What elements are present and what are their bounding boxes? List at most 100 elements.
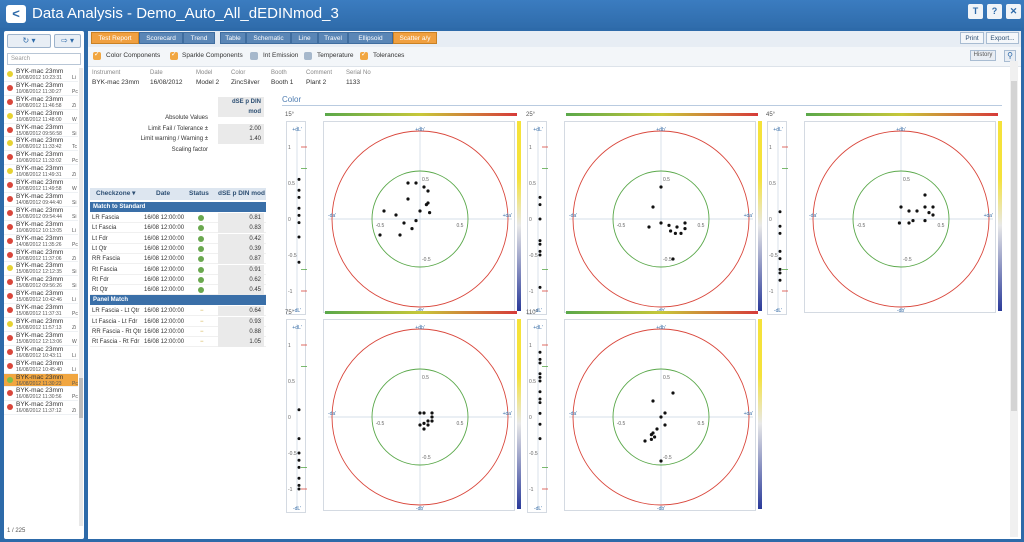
- row-date: 16/08 12:00:00: [144, 225, 185, 232]
- batch-list-scrollbar[interactable]: [79, 68, 83, 526]
- dl-tick-label: -1: [288, 487, 293, 493]
- batch-tag: Zi: [72, 408, 77, 415]
- view-tabs-bar: Test Report Scorecard Trend Table Schematic L…: [88, 31, 1021, 47]
- tab-travel[interactable]: Travel: [318, 32, 348, 44]
- tab-test-report[interactable]: Test Report: [91, 32, 139, 44]
- batch-name: BYK-mac 23mm: [16, 401, 64, 409]
- da-tick-label: -0.5: [617, 421, 626, 427]
- batch-list-item[interactable]: BYK-mac 23mm 15/08/2012 12:12:35 Si: [4, 262, 78, 277]
- batch-list-item[interactable]: BYK-mac 23mm 10/08/2012 11:49:58 W: [4, 179, 78, 194]
- table-row[interactable]: RR Fascia - Rt Qtr 16/08 12:00:00 − 0.88: [90, 327, 266, 337]
- batch-list-item[interactable]: BYK-mac 23mm 16/08/2012 11:30:56 Pc: [4, 387, 78, 402]
- table-row[interactable]: LR Fascia - Lt Qtr 16/08 12:00:00 − 0.64: [90, 306, 266, 317]
- table-row[interactable]: Lt Fdr 16/08 12:00:00 0.42: [90, 233, 266, 244]
- batch-list-item[interactable]: BYK-mac 23mm 10/08/2012 11:49:31 Zi: [4, 165, 78, 180]
- table-row[interactable]: RR Fascia 16/08 12:00:00 0.87: [90, 254, 266, 265]
- table-row[interactable]: Lt Qtr 16/08 12:00:00 0.39: [90, 243, 266, 254]
- batch-list-item[interactable]: BYK-mac 23mm 15/08/2012 10:42:46 Li: [4, 290, 78, 305]
- batch-list-item[interactable]: BYK-mac 23mm 15/08/2012 09:54:44 Si: [4, 207, 78, 221]
- dl-tick-label: 0: [769, 217, 772, 223]
- date-column-header[interactable]: Date: [156, 188, 170, 200]
- tab-schematic[interactable]: Schematic: [246, 32, 291, 44]
- history-button[interactable]: History: [970, 50, 996, 61]
- ab-point: [915, 209, 919, 213]
- batch-date: 15/08/2012 10:42:46: [16, 297, 62, 304]
- tab-table[interactable]: Table: [220, 32, 246, 44]
- status-dot: [7, 182, 13, 189]
- print-button[interactable]: Print: [960, 32, 984, 44]
- temperature-checkbox[interactable]: [304, 52, 312, 60]
- status-dot: [7, 98, 13, 105]
- batch-list-item[interactable]: BYK-mac 23mm 10/08/2012 11:48:00 W: [4, 110, 78, 124]
- status-dot: [7, 334, 13, 341]
- dl-tick-label: 0: [529, 217, 532, 223]
- batch-list-item[interactable]: BYK-mac 23mm 10/08/2012 11:46:58 Zi: [4, 96, 78, 110]
- tab-line[interactable]: Line: [291, 32, 318, 44]
- batch-list-item[interactable]: BYK-mac 23mm 15/08/2012 09:56:58 Si: [4, 124, 78, 138]
- batch-list-item[interactable]: BYK-mac 23mm 10/08/2012 11:33:42 Tc: [4, 137, 78, 152]
- int-emission-checkbox[interactable]: [250, 52, 258, 60]
- batch-list-item[interactable]: BYK-mac 23mm 14/08/2012 09:44:40 Si: [4, 193, 78, 207]
- pin-button[interactable]: T: [968, 4, 983, 19]
- table-row[interactable]: LR Fascia 16/08 12:00:00 0.81: [90, 213, 266, 223]
- dl-tick-label: -1: [769, 289, 774, 295]
- status-column-header[interactable]: Status: [189, 188, 209, 200]
- tab-scorecard[interactable]: Scorecard: [139, 32, 183, 44]
- dl-tick-label: -0.5: [288, 451, 297, 457]
- dl-point: [297, 177, 301, 181]
- batch-list-item[interactable]: BYK-mac 23mm 10/08/2012 11:33:02 Pc: [4, 151, 78, 166]
- tab-trend[interactable]: Trend: [183, 32, 215, 44]
- plots-scrollbar[interactable]: [1010, 61, 1018, 537]
- batch-list-item[interactable]: BYK-mac 23mm 16/08/2012 10:45:40 Li: [4, 360, 78, 374]
- db-tick-label: -0.5: [422, 257, 431, 263]
- refresh-button[interactable]: ↻ ▾: [7, 34, 51, 48]
- table-row[interactable]: Lt Fascia 16/08 12:00:00 0.83: [90, 223, 266, 234]
- search-input[interactable]: Search: [7, 53, 81, 65]
- color-components-checkbox[interactable]: [93, 50, 101, 60]
- batch-list-item[interactable]: BYK-mac 23mm 10/08/2012 10:23:31 Li: [4, 68, 78, 82]
- ab-scatter-plot: +db'-db'-da'+da'0.5-0.50.5-0.5: [323, 121, 515, 314]
- batch-list-item[interactable]: BYK-mac 23mm 15/08/2012 11:37:31 Pc: [4, 304, 78, 319]
- batch-name: BYK-mac 23mm: [16, 193, 64, 201]
- batch-list-item[interactable]: BYK-mac 23mm 10/08/2012 11:37:06 Zi: [4, 249, 78, 263]
- export-button[interactable]: Export...: [986, 32, 1019, 44]
- scroll-thumb[interactable]: [1011, 81, 1017, 411]
- table-row[interactable]: Rt Fdr 16/08 12:00:00 0.62: [90, 274, 266, 285]
- batch-list-item[interactable]: BYK-mac 23mm 16/08/2012 10:43:11 Li: [4, 346, 78, 360]
- batch-list-item[interactable]: BYK-mac 23mm 15/08/2012 09:56:26 Si: [4, 276, 78, 291]
- tolerances-checkbox[interactable]: [360, 50, 368, 60]
- batch-list-item[interactable]: BYK-mac 23mm 10/08/2012 11:30:27 Pc: [4, 82, 78, 96]
- row-date: 16/08 12:00:00: [144, 256, 185, 263]
- db-neg-label: -db': [657, 506, 665, 512]
- batch-list-item[interactable]: BYK-mac 23mm 10/08/2012 10:13:05 Li: [4, 221, 78, 235]
- batch-tag: Si: [72, 283, 77, 290]
- status-dot: [7, 376, 13, 383]
- table-row[interactable]: Lt Fascia - Lt Fdr 16/08 12:00:00 − 0.93: [90, 316, 266, 327]
- tab-ellipsoid[interactable]: Ellipsoid: [348, 32, 393, 44]
- batch-list-item[interactable]: BYK-mac 23mm 15/08/2012 11:57:13 Zi: [4, 318, 78, 332]
- row-value: 0.93: [218, 316, 264, 327]
- summary-value: 1.40: [218, 134, 264, 144]
- batch-name: BYK-mac 23mm: [16, 262, 64, 270]
- sparkle-components-checkbox[interactable]: [170, 50, 178, 60]
- batch-list-item[interactable]: BYK-mac 23mm 16/08/2012 11:30:23 Pc: [4, 373, 78, 388]
- dl-point: [538, 203, 542, 207]
- close-button[interactable]: ✕: [1006, 4, 1021, 19]
- group-header: Panel Match: [90, 295, 266, 306]
- chroma-gradient-bar: [806, 113, 998, 116]
- batch-list-item[interactable]: BYK-mac 23mm 15/08/2012 12:13:06 W: [4, 332, 78, 346]
- table-row[interactable]: Rt Fascia - Rt Fdr 16/08 12:00:00 − 1.05: [90, 337, 266, 348]
- batch-name: BYK-mac 23mm: [16, 109, 64, 117]
- back-button[interactable]: <: [6, 5, 26, 23]
- table-row[interactable]: Rt Qtr 16/08 12:00:00 0.45: [90, 285, 266, 296]
- export-dropdown-button[interactable]: ⇨ ▾: [54, 34, 81, 48]
- table-row[interactable]: Rt Fascia 16/08 12:00:00 0.91: [90, 264, 266, 275]
- status-dot: [7, 265, 13, 272]
- batch-list-item[interactable]: BYK-mac 23mm 16/08/2012 11:37:12 Zi: [4, 401, 78, 416]
- tab-scatter-a-y[interactable]: Scatter a/y: [393, 32, 437, 44]
- scroll-thumb[interactable]: [79, 378, 83, 418]
- metric-column-header[interactable]: dSE p DIN mod: [218, 188, 265, 200]
- batch-list-item[interactable]: BYK-mac 23mm 14/08/2012 11:35:26 Pc: [4, 235, 78, 249]
- help-button[interactable]: ?: [987, 4, 1002, 19]
- checkzone-column-header[interactable]: Checkzone ▾: [96, 188, 135, 200]
